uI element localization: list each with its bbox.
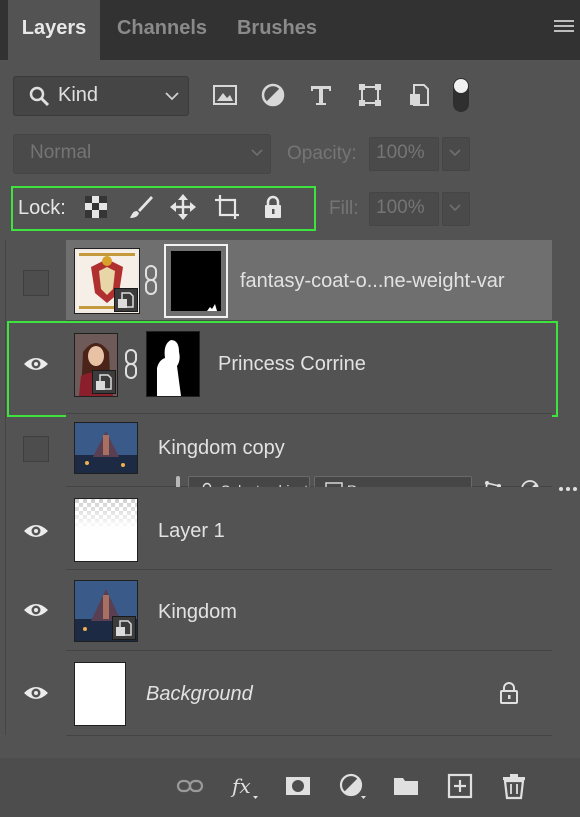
- fx-icon[interactable]: fx: [230, 772, 258, 800]
- add-mask-icon[interactable]: [284, 772, 312, 800]
- kingdom-image: [75, 423, 137, 473]
- lock-artboard-icon[interactable]: [214, 194, 240, 220]
- layer-name[interactable]: Kingdom copy: [158, 437, 285, 460]
- chevron-down-icon: [449, 204, 461, 212]
- layer-mask-thumbnail[interactable]: [164, 244, 228, 318]
- layer-name[interactable]: Layer 1: [158, 520, 225, 543]
- opacity-value: 100%: [376, 142, 425, 163]
- layer-thumbnail: [74, 662, 126, 726]
- layer-row[interactable]: [66, 651, 552, 736]
- chevron-down-icon: [251, 149, 263, 157]
- visibility-toggle-off[interactable]: [23, 270, 49, 296]
- delete-layer-icon[interactable]: [500, 772, 528, 800]
- link-layers-icon[interactable]: [176, 772, 204, 800]
- layer-name[interactable]: Background: [146, 683, 253, 706]
- eye-icon[interactable]: [22, 354, 50, 374]
- type-filter-icon[interactable]: [308, 82, 334, 108]
- lock-label: Lock:: [18, 197, 66, 219]
- fill-label: Fill:: [329, 198, 359, 219]
- eye-icon[interactable]: [22, 521, 50, 541]
- smart-object-filter-icon[interactable]: [406, 82, 432, 108]
- lock-all-icon[interactable]: [260, 194, 286, 220]
- transparent-checker-image: [75, 499, 137, 561]
- new-adjustment-layer-icon[interactable]: [338, 772, 366, 800]
- lock-icon[interactable]: [498, 681, 520, 705]
- filter-toggle-icon[interactable]: [450, 76, 472, 114]
- new-group-folder-icon[interactable]: [392, 772, 420, 800]
- tab-layers[interactable]: Layers: [8, 0, 100, 60]
- blend-mode-label: Normal: [30, 142, 92, 163]
- search-icon: [29, 86, 50, 107]
- layer-row[interactable]: [66, 487, 552, 570]
- panel-tab-bar: Layers Channels Brushes: [0, 0, 580, 60]
- new-layer-icon[interactable]: [446, 772, 474, 800]
- image-filter-icon[interactable]: [212, 82, 238, 108]
- layer-name[interactable]: Princess Corrine: [218, 353, 366, 376]
- opacity-label: Opacity:: [287, 143, 357, 164]
- lock-transparent-pixels-icon[interactable]: [83, 194, 109, 220]
- tab-channels[interactable]: Channels: [104, 0, 220, 60]
- svg-text:fx: fx: [230, 774, 251, 798]
- lock-image-pixels-icon[interactable]: [128, 194, 154, 220]
- smart-object-badge-icon: [112, 616, 136, 640]
- smart-object-badge-icon: [92, 370, 116, 394]
- layer-thumbnail: [74, 498, 138, 562]
- chevron-down-icon: [165, 92, 179, 101]
- filter-kind-label: Kind: [58, 84, 99, 106]
- layer-name[interactable]: Kingdom: [158, 601, 237, 624]
- panel-menu-icon[interactable]: [554, 20, 574, 36]
- shape-filter-icon[interactable]: [357, 82, 383, 108]
- adjustment-filter-icon[interactable]: [260, 82, 286, 108]
- mask-link-icon[interactable]: [122, 348, 142, 380]
- more-options-icon[interactable]: [558, 485, 578, 493]
- tab-brushes[interactable]: Brushes: [224, 0, 330, 60]
- visibility-toggle-off[interactable]: [23, 436, 49, 462]
- layer-thumbnail: [74, 422, 138, 474]
- fill-value: 100%: [376, 197, 425, 218]
- layer-mask-thumbnail[interactable]: [146, 331, 200, 397]
- mask-link-icon[interactable]: [142, 264, 162, 296]
- layer-name[interactable]: fantasy-coat-o...ne-weight-var: [240, 270, 505, 293]
- smart-object-badge-icon: [114, 288, 138, 312]
- chevron-down-icon: [449, 149, 461, 157]
- eye-icon[interactable]: [22, 683, 50, 703]
- eye-icon[interactable]: [22, 600, 50, 620]
- lock-position-icon[interactable]: [170, 194, 196, 220]
- layer-row[interactable]: [66, 570, 552, 651]
